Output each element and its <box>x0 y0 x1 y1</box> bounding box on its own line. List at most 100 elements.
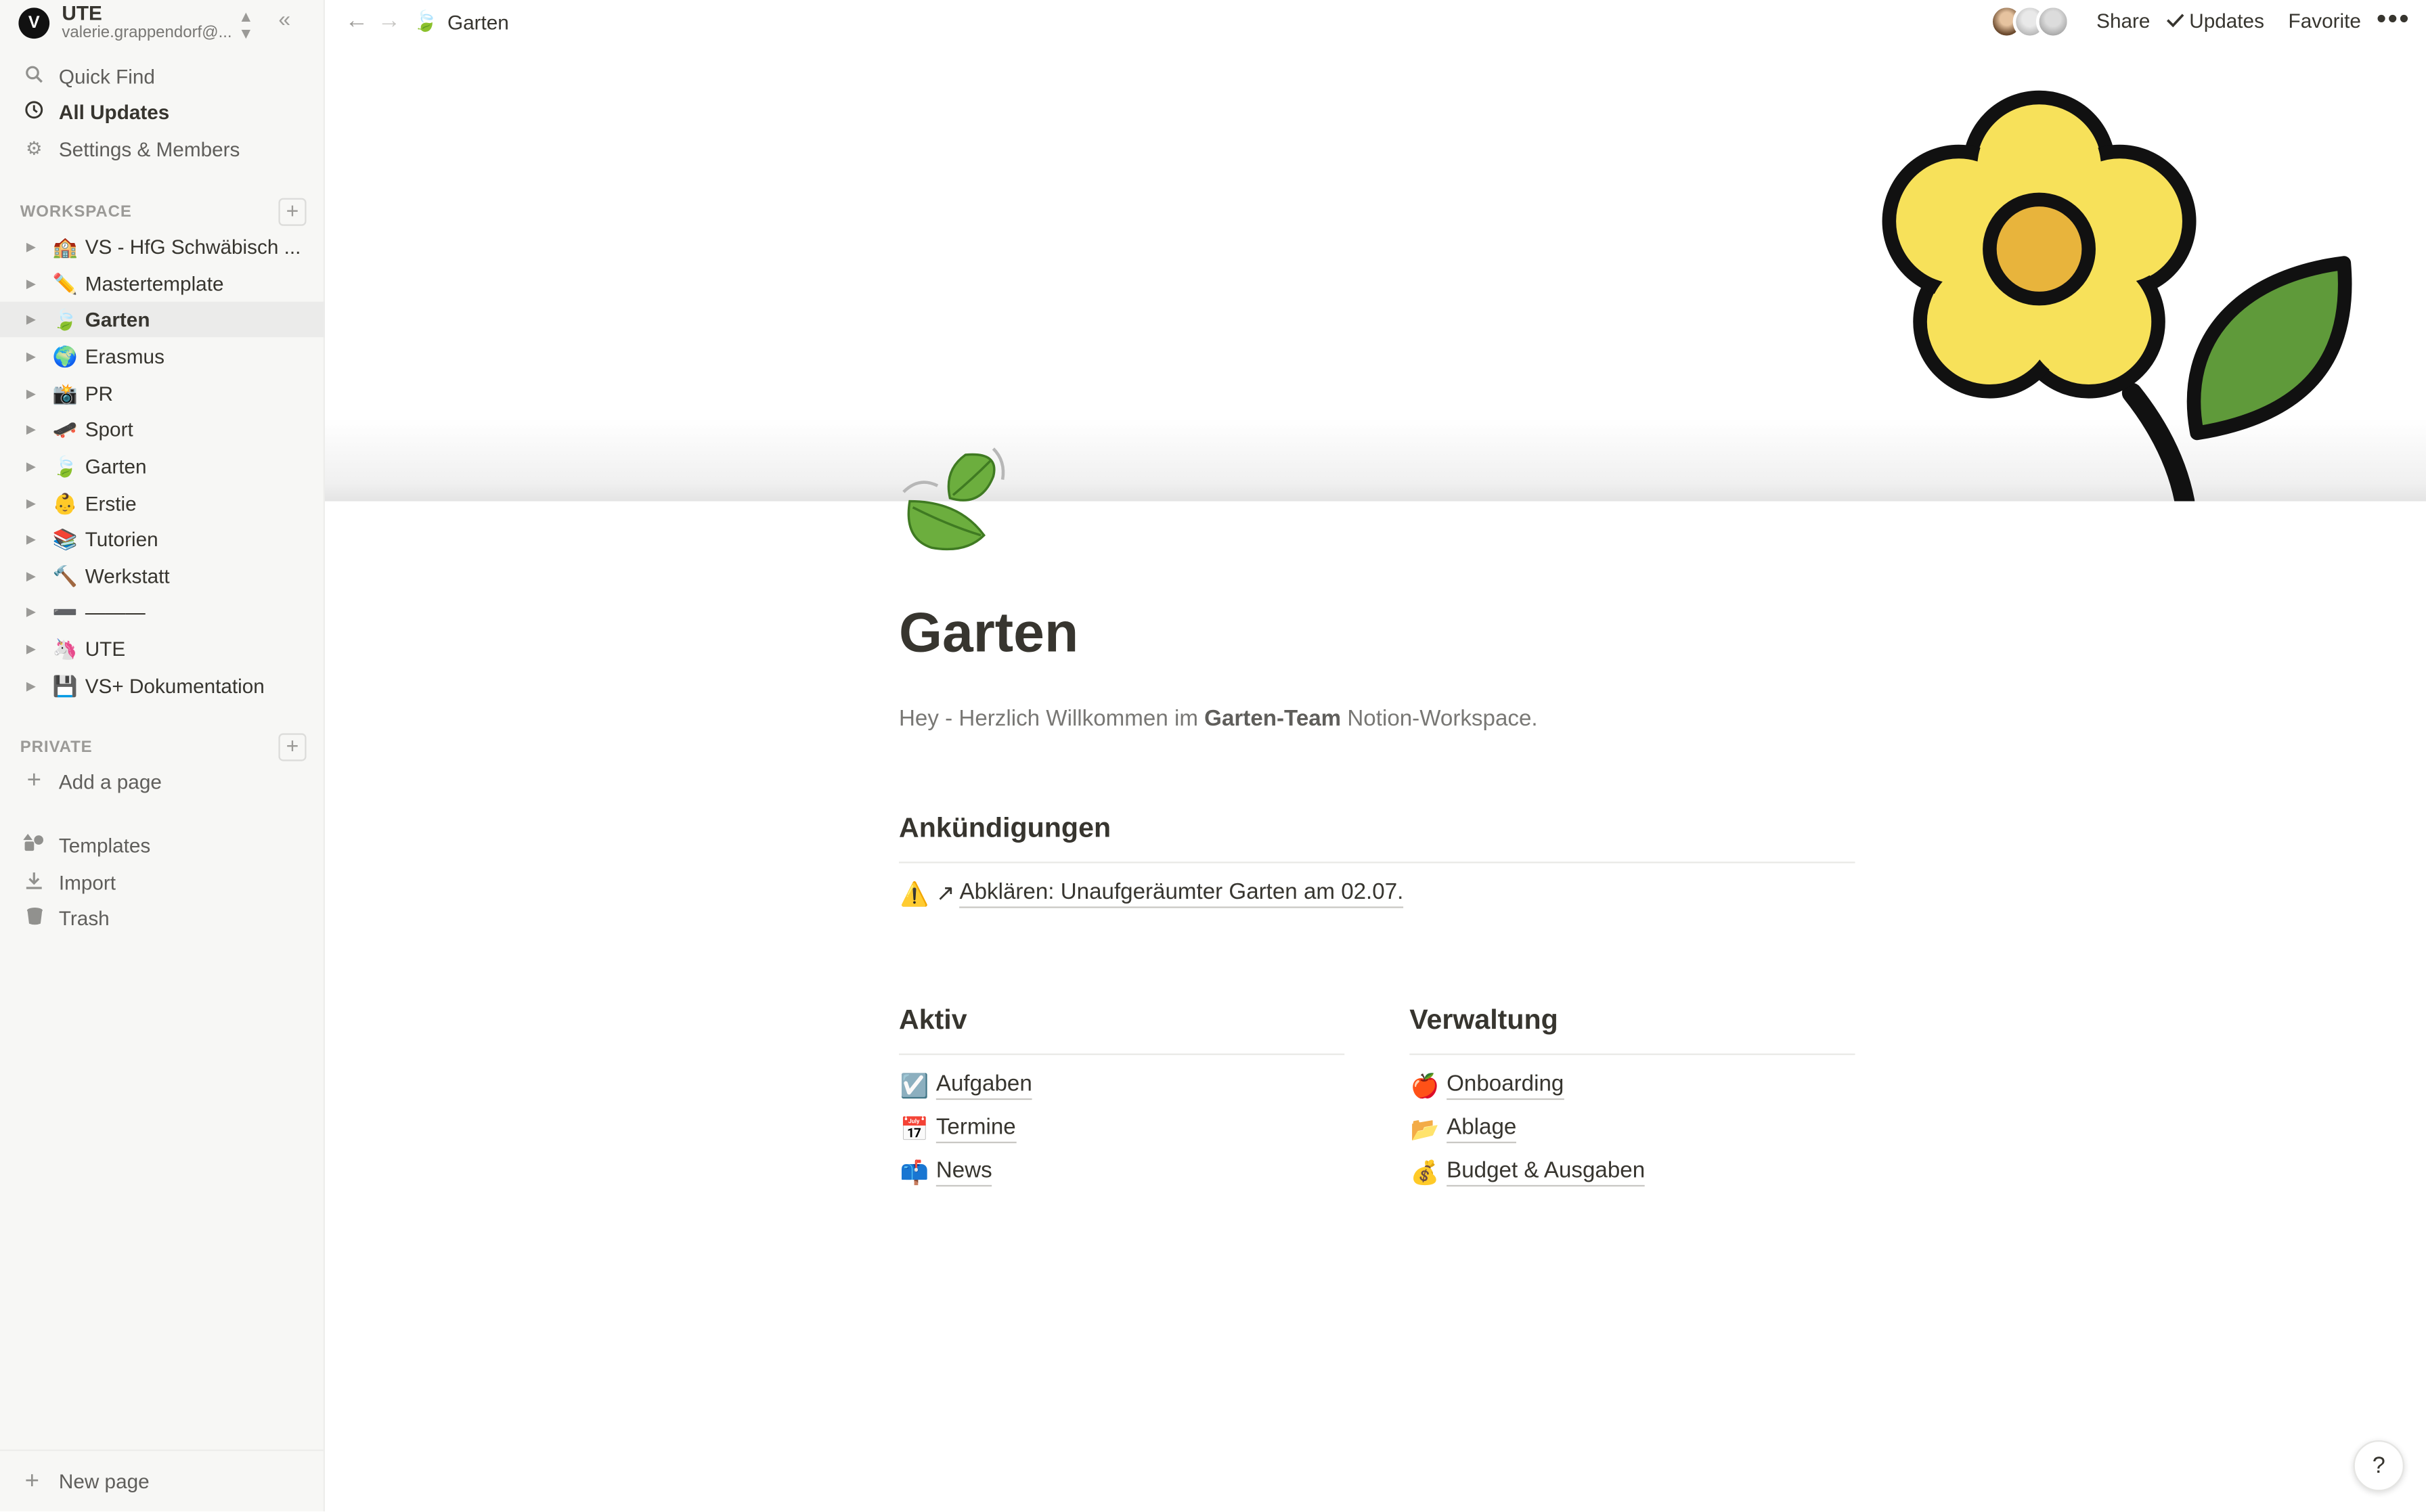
heading-verwaltung[interactable]: Verwaltung <box>1409 1004 1558 1036</box>
sidebar-item-garten[interactable]: ▶ 🍃 Garten <box>0 301 325 338</box>
nav-label: Templates <box>58 832 151 857</box>
nav-label: Trash <box>58 906 110 929</box>
collapse-sidebar-icon[interactable]: « <box>278 6 290 31</box>
caret-right-icon[interactable]: ▶ <box>26 313 42 327</box>
warning-icon: ⚠️ <box>900 881 929 908</box>
caret-right-icon[interactable]: ▶ <box>26 240 42 254</box>
sidebar: V UTE valerie.grappendorf@... ▲ ▼ « Quick… <box>0 0 325 1512</box>
announcement-link[interactable]: ⚠️ ↗ Abklären: Unaufgeräumter Garten am … <box>899 881 1404 908</box>
nav-label: All Updates <box>58 99 170 123</box>
sidebar-item-mastertemplate[interactable]: ▶ ✏️ Mastertemplate <box>0 266 325 302</box>
caret-right-icon[interactable]: ▶ <box>26 605 42 619</box>
folder-icon: 📂 <box>1410 1117 1440 1144</box>
link-label: Ablage <box>1447 1115 1517 1144</box>
sidebar-item-divider[interactable]: ▶ ➖ ——— <box>0 594 325 630</box>
link-label: Aufgaben <box>935 1072 1032 1100</box>
caret-right-icon[interactable]: ▶ <box>26 497 42 511</box>
collaborator-avatars[interactable] <box>1989 4 2071 39</box>
caret-right-icon[interactable]: ▶ <box>26 350 42 364</box>
nav-label: Import <box>58 870 116 893</box>
link-news[interactable]: 📫 News <box>899 1159 992 1187</box>
sidebar-item-erstie[interactable]: ▶ 👶 Erstie <box>0 486 325 522</box>
add-private-page-button[interactable]: + <box>278 733 307 761</box>
sidebar-item-label: Erasmus <box>85 344 164 368</box>
forward-arrow-icon[interactable]: → <box>378 7 401 34</box>
link-label: Onboarding <box>1447 1072 1564 1100</box>
link-aufgaben[interactable]: ☑️ Aufgaben <box>899 1072 1032 1100</box>
workspace-name: UTE <box>62 1 102 25</box>
page-icon[interactable] <box>898 445 1009 557</box>
search-icon <box>18 64 49 87</box>
sidebar-item-label: VS - HfG Schwäbisch ... <box>85 235 301 259</box>
page-emoji-icon: 👶 <box>52 491 78 514</box>
page-emoji-icon: 💾 <box>52 673 78 697</box>
announcement-text: Abklären: Unaufgeräumter Garten am 02.07… <box>959 881 1404 908</box>
caret-right-icon[interactable]: ▶ <box>26 532 42 546</box>
sidebar-item-vs-dokumentation[interactable]: ▶ 💾 VS+ Dokumentation <box>0 668 325 704</box>
nav-settings-members[interactable]: ⚙ Settings & Members <box>9 130 316 167</box>
share-button[interactable]: Share <box>2096 9 2150 32</box>
gear-icon: ⚙ <box>25 137 43 160</box>
sidebar-item-werkstatt[interactable]: ▶ 🔨 Werkstatt <box>0 558 325 594</box>
link-ablage[interactable]: 📂 Ablage <box>1409 1115 1517 1144</box>
topbar: ← → 🍃 Garten Share Updates Favorite ••• <box>325 0 2426 43</box>
back-arrow-icon[interactable]: ← <box>345 7 368 34</box>
sidebar-item-label: UTE <box>85 637 126 661</box>
workspace-switcher[interactable]: V UTE valerie.grappendorf@... ▲ ▼ <box>16 0 309 47</box>
check-icon <box>2166 14 2184 28</box>
sidebar-item-pr[interactable]: ▶ 📸 PR <box>0 376 325 412</box>
nav-trash[interactable]: Trash <box>9 899 316 936</box>
intro-text[interactable]: Hey - Herzlich Willkommen im Garten-Team… <box>899 707 1538 732</box>
updates-button[interactable]: Updates <box>2166 9 2264 32</box>
new-page-button[interactable]: + New page <box>0 1449 325 1511</box>
chevron-updown-icon[interactable]: ▲ ▼ <box>238 9 254 43</box>
workspace-email: valerie.grappendorf@... <box>62 24 232 43</box>
caret-right-icon[interactable]: ▶ <box>26 679 42 693</box>
page-emoji-icon: 🌍 <box>52 344 78 368</box>
sidebar-item-ute[interactable]: ▶ 🦄 UTE <box>0 631 325 667</box>
templates-icon <box>18 832 49 856</box>
intro-suffix: Notion-Workspace. <box>1341 707 1538 732</box>
breadcrumb[interactable]: 🍃 Garten <box>413 9 509 35</box>
avatar[interactable] <box>2035 4 2071 39</box>
caret-right-icon[interactable]: ▶ <box>26 642 42 657</box>
link-onboarding[interactable]: 🍎 Onboarding <box>1409 1072 1564 1100</box>
sidebar-item-label: Garten <box>85 454 147 479</box>
add-a-page-button[interactable]: + Add a page <box>9 763 316 800</box>
nav-import[interactable]: Import <box>9 863 316 900</box>
caret-right-icon[interactable]: ▶ <box>26 386 42 401</box>
section-heading-workspace: WORKSPACE <box>20 202 132 221</box>
intro-prefix: Hey - Herzlich Willkommen im <box>898 707 1205 732</box>
page-emoji-icon: 🛹 <box>52 416 78 441</box>
heading-ankuendigungen[interactable]: Ankündigungen <box>899 812 1111 845</box>
help-button[interactable]: ? <box>2353 1440 2404 1492</box>
nav-all-updates[interactable]: All Updates <box>9 93 316 130</box>
updates-label: Updates <box>2189 9 2264 32</box>
favorite-button[interactable]: Favorite <box>2289 9 2361 32</box>
page-emoji-icon: ➖ <box>52 599 78 623</box>
page-emoji-icon: 🏫 <box>52 234 78 258</box>
sidebar-item-erasmus[interactable]: ▶ 🌍 Erasmus <box>0 339 325 375</box>
heading-aktiv[interactable]: Aktiv <box>899 1004 967 1036</box>
caret-right-icon[interactable]: ▶ <box>26 569 42 583</box>
sidebar-item-sport[interactable]: ▶ 🛹 Sport <box>0 412 325 447</box>
page-cover[interactable] <box>324 43 2426 502</box>
caret-right-icon[interactable]: ▶ <box>26 422 42 437</box>
nav-quick-find[interactable]: Quick Find <box>9 58 316 95</box>
more-options-icon[interactable]: ••• <box>2377 3 2410 36</box>
caret-right-icon[interactable]: ▶ <box>26 460 42 474</box>
calendar-icon: 📅 <box>900 1117 929 1144</box>
sidebar-item-tutorien[interactable]: ▶ 📚 Tutorien <box>0 521 325 557</box>
plus-icon: + <box>24 1467 39 1494</box>
page-title[interactable]: Garten <box>899 600 1078 665</box>
divider <box>1409 1053 1855 1055</box>
nav-templates[interactable]: Templates <box>9 826 316 864</box>
sidebar-item-garten-2[interactable]: ▶ 🍃 Garten <box>0 449 325 485</box>
link-termine[interactable]: 📅 Termine <box>899 1115 1016 1144</box>
caret-right-icon[interactable]: ▶ <box>26 277 42 291</box>
link-budget-ausgaben[interactable]: 💰 Budget & Ausgaben <box>1409 1159 1646 1187</box>
sidebar-item-label: Erstie <box>85 491 137 516</box>
sidebar-item-label: Sport <box>85 418 133 441</box>
sidebar-item-vs-hfg[interactable]: ▶ 🏫 VS - HfG Schwäbisch ... <box>0 229 325 265</box>
add-workspace-page-button[interactable]: + <box>278 198 307 226</box>
